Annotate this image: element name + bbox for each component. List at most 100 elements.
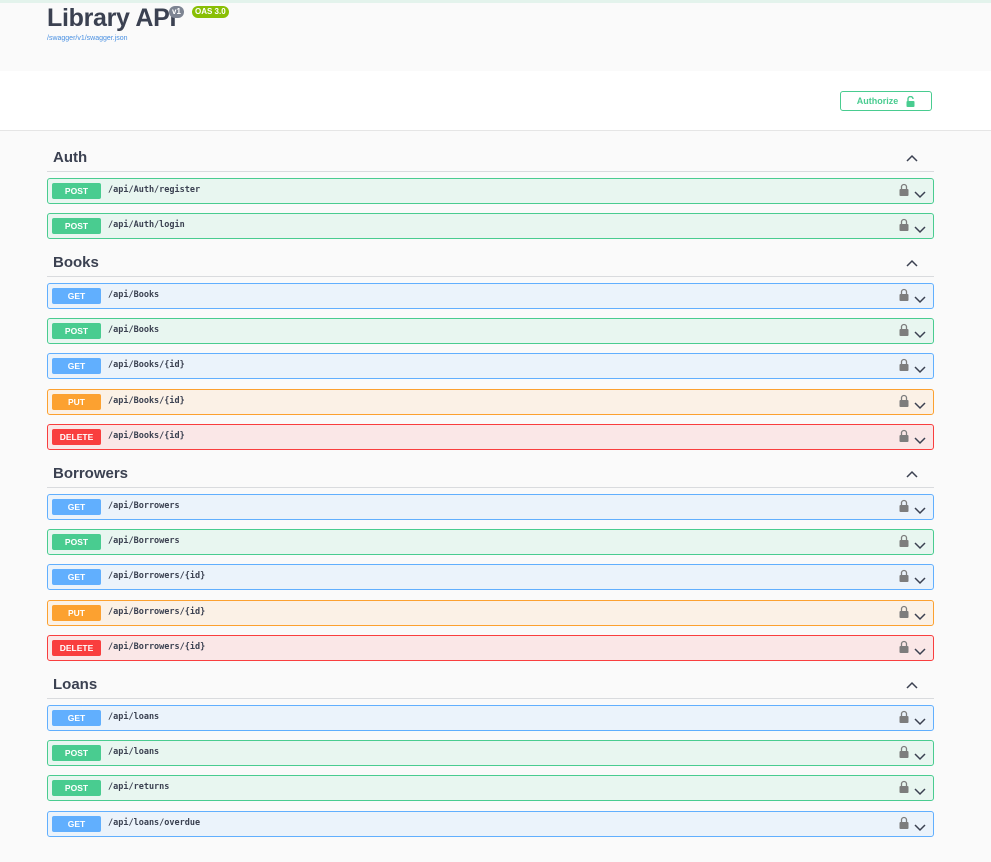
endpoint-path: /api/Auth/register: [108, 185, 201, 195]
method-badge: POST: [52, 183, 101, 199]
chevron-down-icon[interactable]: [914, 643, 926, 655]
lock-icon[interactable]: [899, 745, 909, 759]
method-badge: DELETE: [52, 428, 101, 445]
chevron-down-icon[interactable]: [914, 572, 926, 585]
operation-row[interactable]: PUT/api/Books/{id}: [47, 388, 934, 415]
lock-icon[interactable]: [899, 288, 909, 302]
tag-title: Loans: [53, 676, 98, 693]
tag-section-books[interactable]: Books: [47, 251, 934, 277]
lock-icon[interactable]: [899, 534, 909, 548]
endpoint-path: /api/Books: [108, 325, 160, 336]
chevron-down-icon[interactable]: [914, 291, 926, 304]
method-badge: POST: [52, 323, 101, 340]
endpoint-path: /api/returns: [108, 782, 170, 793]
operation-row[interactable]: POST/api/loans: [47, 740, 934, 767]
tag-section-borrowers[interactable]: Borrowers: [47, 462, 934, 488]
chevron-down-icon[interactable]: [914, 326, 926, 339]
method-badge: POST: [52, 218, 101, 235]
tag-section-loans[interactable]: Loans: [47, 673, 934, 699]
operation-row[interactable]: POST/api/Borrowers: [47, 529, 934, 556]
method-badge: POST: [52, 745, 101, 762]
endpoint-path: /api/Books/{id}: [108, 360, 185, 371]
lock-icon[interactable]: [899, 605, 909, 619]
lock-icon[interactable]: [899, 218, 909, 232]
operation-row[interactable]: DELETE/api/Borrowers/{id}: [47, 634, 934, 661]
operation-row[interactable]: PUT/api/Borrowers/{id}: [47, 599, 934, 626]
lock-icon[interactable]: [899, 640, 909, 654]
operation-row[interactable]: GET/api/Books/{id}: [47, 353, 934, 380]
operation-row[interactable]: GET/api/loans: [47, 705, 934, 731]
operation-row[interactable]: GET/api/Borrowers: [47, 494, 934, 520]
method-badge: GET: [52, 499, 101, 515]
chevron-up-icon[interactable]: [906, 467, 918, 478]
operation-row[interactable]: GET/api/loans/overdue: [47, 810, 934, 837]
lock-icon[interactable]: [899, 323, 909, 337]
endpoint-path: /api/Borrowers/{id}: [108, 641, 206, 652]
operation-row[interactable]: GET/api/Borrowers/{id}: [47, 564, 934, 591]
chevron-up-icon[interactable]: [906, 256, 918, 267]
method-badge: GET: [52, 358, 101, 375]
version-badge: v1: [169, 6, 184, 18]
chevron-down-icon[interactable]: [914, 432, 926, 444]
tag-section-auth[interactable]: Auth: [47, 146, 934, 172]
endpoint-path: /api/Books: [108, 290, 160, 300]
lock-icon[interactable]: [899, 710, 909, 724]
chevron-down-icon[interactable]: [914, 221, 926, 234]
endpoint-path: /api/Books/{id}: [108, 430, 185, 441]
oas-badge: OAS 3.0: [192, 6, 229, 18]
chevron-down-icon[interactable]: [914, 713, 926, 726]
lock-icon[interactable]: [899, 499, 909, 513]
chevron-down-icon[interactable]: [914, 186, 926, 199]
operation-row[interactable]: POST/api/Auth/login: [47, 213, 934, 240]
chevron-down-icon[interactable]: [914, 502, 926, 515]
method-badge: PUT: [52, 393, 101, 410]
operation-row[interactable]: POST/api/returns: [47, 775, 934, 802]
method-badge: GET: [52, 569, 101, 586]
operation-row[interactable]: POST/api/Auth/register: [47, 178, 934, 204]
endpoint-path: /api/Borrowers: [108, 536, 180, 547]
method-badge: GET: [52, 288, 101, 304]
endpoint-path: /api/loans: [108, 747, 160, 758]
api-title: Library API: [47, 4, 177, 32]
chevron-down-icon[interactable]: [914, 361, 926, 374]
method-badge: PUT: [52, 604, 101, 621]
lock-icon[interactable]: [899, 816, 909, 830]
endpoint-path: /api/Borrowers/{id}: [108, 606, 206, 617]
chevron-down-icon[interactable]: [914, 608, 926, 620]
endpoint-path: /api/Borrowers: [108, 501, 180, 511]
unlock-icon: [906, 95, 915, 107]
chevron-down-icon[interactable]: [914, 537, 926, 550]
endpoint-path: /api/Auth/login: [108, 220, 185, 231]
authorize-button[interactable]: Authorize: [840, 91, 932, 111]
operation-row[interactable]: POST/api/Books: [47, 318, 934, 345]
method-badge: GET: [52, 815, 101, 832]
spec-link[interactable]: /swagger/v1/swagger.json: [47, 35, 128, 42]
lock-icon[interactable]: [899, 394, 909, 408]
lock-icon[interactable]: [899, 569, 909, 583]
endpoint-path: /api/Books/{id}: [108, 395, 185, 406]
method-badge: GET: [52, 710, 101, 726]
operation-row[interactable]: DELETE/api/Books/{id}: [47, 423, 934, 450]
chevron-down-icon[interactable]: [914, 783, 926, 796]
tag-title: Borrowers: [53, 465, 129, 482]
method-badge: POST: [52, 780, 101, 797]
lock-icon[interactable]: [899, 429, 909, 443]
info-header: Library API v1 OAS 3.0 /swagger/v1/swagg…: [0, 3, 991, 71]
endpoint-path: /api/loans/overdue: [108, 817, 201, 828]
endpoint-path: /api/Borrowers/{id}: [108, 571, 206, 582]
endpoint-path: /api/loans: [108, 712, 160, 722]
tag-title: Books: [53, 254, 99, 271]
chevron-down-icon[interactable]: [914, 397, 926, 409]
operation-row[interactable]: GET/api/Books: [47, 283, 934, 309]
lock-icon[interactable]: [899, 780, 909, 794]
chevron-up-icon[interactable]: [906, 678, 918, 689]
method-badge: POST: [52, 534, 101, 551]
chevron-up-icon[interactable]: [906, 151, 918, 162]
lock-icon[interactable]: [899, 183, 909, 197]
chevron-down-icon[interactable]: [914, 819, 926, 831]
lock-icon[interactable]: [899, 358, 909, 372]
authorize-label: Authorize: [856, 96, 899, 106]
tag-title: Auth: [53, 149, 88, 166]
method-badge: DELETE: [52, 639, 101, 656]
chevron-down-icon[interactable]: [914, 748, 926, 761]
